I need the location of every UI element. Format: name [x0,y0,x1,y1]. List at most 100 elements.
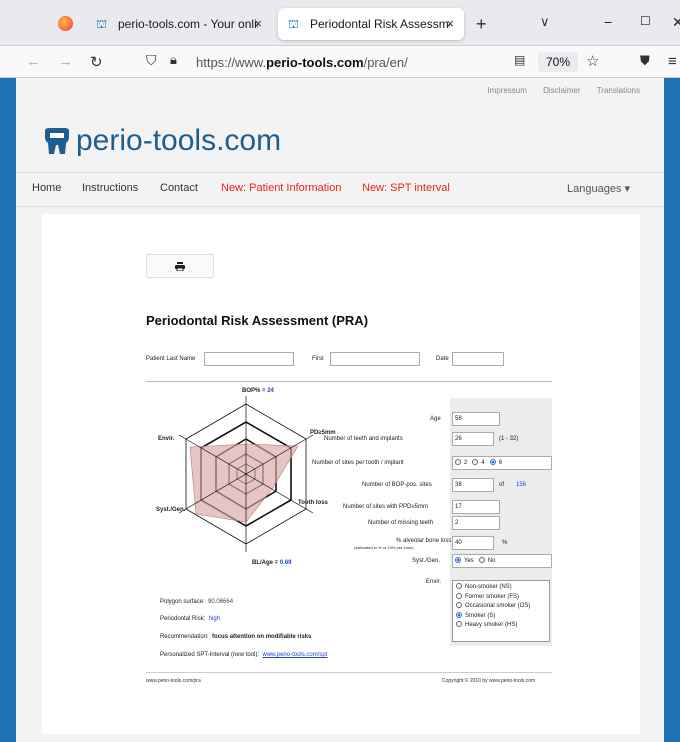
smoker-option[interactable]: Non-smoker (NS) [456,583,546,593]
menu-home[interactable]: Home [32,182,61,194]
teeth-range: (1 - 32) [499,436,519,442]
impressum-link[interactable]: Impressum [487,86,527,95]
tab-close-icon[interactable]: × [446,16,454,31]
syst-yes-radio[interactable] [455,557,461,563]
menu-icon[interactable]: ≡ [668,53,677,70]
bop-of-label: of [499,482,505,488]
menu-spt-interval[interactable]: New: SPT interval [362,182,450,194]
divider [146,381,552,382]
bone-loss-input[interactable]: 40 [452,536,494,550]
pra-card: Periodontal Risk Assessment (PRA) Patien… [42,214,640,734]
maximize-button[interactable]: ☐ [640,14,651,28]
forward-icon[interactable]: → [58,53,73,70]
bone-loss-label: % alveolar bone loss [396,538,452,544]
url-bar[interactable]: ⛉ 🔒︎ https://www.perio-tools.com/pra/en/… [134,49,604,75]
footer-left: www.perio-tools.com/pra [146,678,201,684]
bone-loss-unit: % [502,540,508,546]
risk-radar-chart [178,396,314,552]
browser-window: ⛫ perio-tools.com - Your online pe × ⛫ P… [0,0,680,742]
missing-teeth-label: Number of missing teeth [368,520,434,526]
smoker-radio-group[interactable]: Non-smoker (NS) Former smoker (FS) Occas… [452,580,550,642]
top-nav: Impressum Disclaimer Translations [473,86,640,95]
envir-label: Envir. [426,579,442,585]
page-content: Impressum Disclaimer Translations perio-… [16,78,664,742]
smoker-option[interactable]: Heavy smoker (HS) [456,621,546,631]
bone-loss-sublabel: (estimated in % or 10% per 1mm) [354,545,414,550]
first-name-input[interactable] [330,352,420,366]
footer-right: Copyright © 2010 by www.perio-tools.com [442,678,536,684]
tooth-favicon-icon: ⛫ [288,17,300,31]
bop-sites-input[interactable]: 38 [452,478,494,492]
lock-icon[interactable]: 🔒︎ [170,52,177,68]
pocket-icon[interactable]: ⛊ [640,53,650,69]
patient-last-name-input[interactable] [204,352,294,366]
print-button[interactable] [146,254,214,278]
syst-label: Syst./Gen. [412,558,441,564]
sites-radio-group[interactable]: 2 4 6 [452,456,552,470]
tab-close-icon[interactable]: × [254,16,262,31]
syst-radio-group[interactable]: Yes No [452,554,552,568]
spt-link[interactable]: www.perio-tools.com/spt [262,652,327,658]
date-input[interactable] [452,352,504,366]
polygon-surface: Polygon surface: 90.06664 [160,599,234,605]
close-window-button[interactable]: ✕ [672,14,680,31]
date-label: Date [436,356,449,362]
site-logo[interactable]: perio-tools.com [42,124,281,158]
syst-axis-label: Syst./Gen. [156,507,186,513]
tooth-logo-icon [45,128,69,154]
translations-link[interactable]: Translations [597,86,640,95]
tab-perio-tools[interactable]: ⛫ perio-tools.com - Your online pe × [86,8,272,40]
url-text[interactable]: https://www.perio-tools.com/pra/en/ [196,55,408,70]
reload-icon[interactable]: ↻ [90,53,103,71]
tab-title: perio-tools.com - Your online pe [118,17,258,31]
back-icon[interactable]: ← [26,53,41,70]
first-name-label: First [312,356,324,362]
age-input[interactable]: 58 [452,412,500,426]
age-label: Age [430,416,441,422]
teeth-input[interactable]: 26 [452,432,494,446]
divider [146,672,552,673]
main-menu: Home Instructions Contact New: Patient I… [16,174,664,204]
tooth-loss-axis-label: Tooth loss [298,500,328,506]
sites-radio-6[interactable] [489,459,496,465]
ppd-label: Number of sites with PPD≥5mm [343,504,428,510]
recommendation: Recommendation: focus attention on modif… [160,634,312,640]
reader-view-icon[interactable]: ▤ [514,53,525,67]
bop-axis-label: BOP% = 24 [242,388,274,394]
patient-last-name-label: Patient Last Name [146,356,196,362]
tab-title: Periodontal Risk Assessment (PR [310,17,450,31]
shield-icon[interactable]: ⛉ [146,52,157,69]
tab-pra[interactable]: ⛫ Periodontal Risk Assessment (PR × [278,8,464,40]
sites-label: Number of sites per tooth / implant [312,460,404,466]
menu-instructions[interactable]: Instructions [82,182,138,194]
menu-languages[interactable]: Languages ▾ [567,182,630,195]
divider [16,206,664,207]
list-all-tabs-button[interactable]: ∨ [540,14,550,30]
smoker-option[interactable]: Former smoker (FS) [456,592,546,603]
bop-sites-label: Number of BOP-pos. sites [362,482,432,488]
minimize-button[interactable]: − [604,14,612,30]
zoom-level[interactable]: 70% [538,52,578,72]
bop-total-value: 156 [516,482,527,488]
bookmark-star-icon[interactable]: ☆ [586,52,599,70]
firefox-icon[interactable] [58,16,73,31]
navigation-bar: ← → ↻ ⛉ 🔒︎ https://www.perio-tools.com/p… [0,46,680,78]
periodontal-risk: Periodontal Risk: high [160,616,221,622]
logo-text: perio-tools.com [76,124,282,157]
ppd-input[interactable]: 17 [452,500,500,514]
new-tab-button[interactable]: + [476,14,487,35]
tooth-favicon-icon: ⛫ [96,17,108,31]
smoker-option[interactable]: Occasional smoker (OS) [456,602,546,612]
missing-teeth-input[interactable]: 2 [452,516,500,530]
syst-no-radio[interactable] [478,557,485,563]
smoker-option[interactable]: Smoker (S) [456,611,546,622]
teeth-label: Number of teeth and implants [324,436,403,442]
disclaimer-link[interactable]: Disclaimer [543,86,580,95]
spt-interval: Personalized SPT-Interval (new tool): ww… [160,652,328,658]
sites-radio-4[interactable] [472,459,479,465]
tab-strip: ⛫ perio-tools.com - Your online pe × ⛫ P… [0,0,680,46]
sites-radio-2[interactable] [455,459,461,465]
menu-contact[interactable]: Contact [160,182,198,194]
menu-patient-information[interactable]: New: Patient Information [221,182,341,194]
bl-age-axis-label: BL/Age = 0.69 [252,560,292,566]
